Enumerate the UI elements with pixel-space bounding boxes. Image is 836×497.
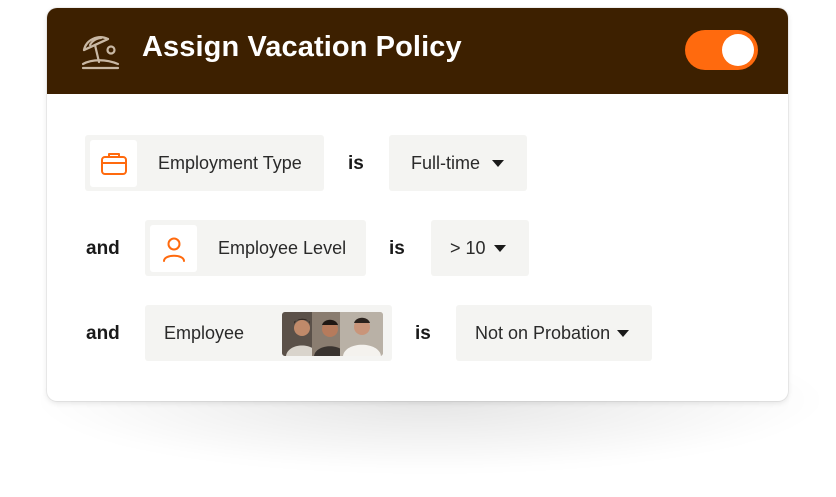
page-title: Assign Vacation Policy <box>142 31 462 63</box>
rule-operator: is <box>415 323 431 344</box>
rule-value-select-probation[interactable]: Not on Probation <box>456 305 652 361</box>
beach-umbrella-icon <box>78 28 124 74</box>
chevron-down-icon <box>494 245 506 252</box>
rule-field-label: Employee <box>164 323 245 343</box>
rule-field-employee-level[interactable]: Employee Level <box>145 220 366 276</box>
briefcase-icon <box>90 140 137 187</box>
rule-value-select-employment-type[interactable]: Full-time <box>389 135 527 191</box>
rule-field-label: Employee Level <box>218 238 347 258</box>
rule-operator: is <box>348 153 364 174</box>
avatar <box>340 312 383 356</box>
rule-connector: and <box>86 323 120 344</box>
person-icon <box>150 225 197 272</box>
rule-operator: is <box>389 238 405 259</box>
policy-toggle[interactable] <box>685 30 758 70</box>
toggle-knob <box>722 34 754 66</box>
employee-avatars <box>282 312 383 356</box>
rule-value: Full-time <box>411 153 481 173</box>
rule-value-select-employee-level[interactable]: > 10 <box>431 220 529 276</box>
chevron-down-icon <box>492 160 504 167</box>
rule-value: > 10 <box>450 238 486 258</box>
vacation-policy-card: Assign Vacation Policy Employment Type i… <box>47 8 788 401</box>
rule-value: Not on Probation <box>475 323 611 343</box>
rule-field-label: Employment Type <box>158 153 302 173</box>
chevron-down-icon <box>617 330 629 337</box>
rule-field-employee[interactable]: Employee <box>145 305 392 361</box>
card-header: Assign Vacation Policy <box>47 8 788 94</box>
rule-field-employment-type[interactable]: Employment Type <box>85 135 324 191</box>
rule-connector: and <box>86 238 120 259</box>
